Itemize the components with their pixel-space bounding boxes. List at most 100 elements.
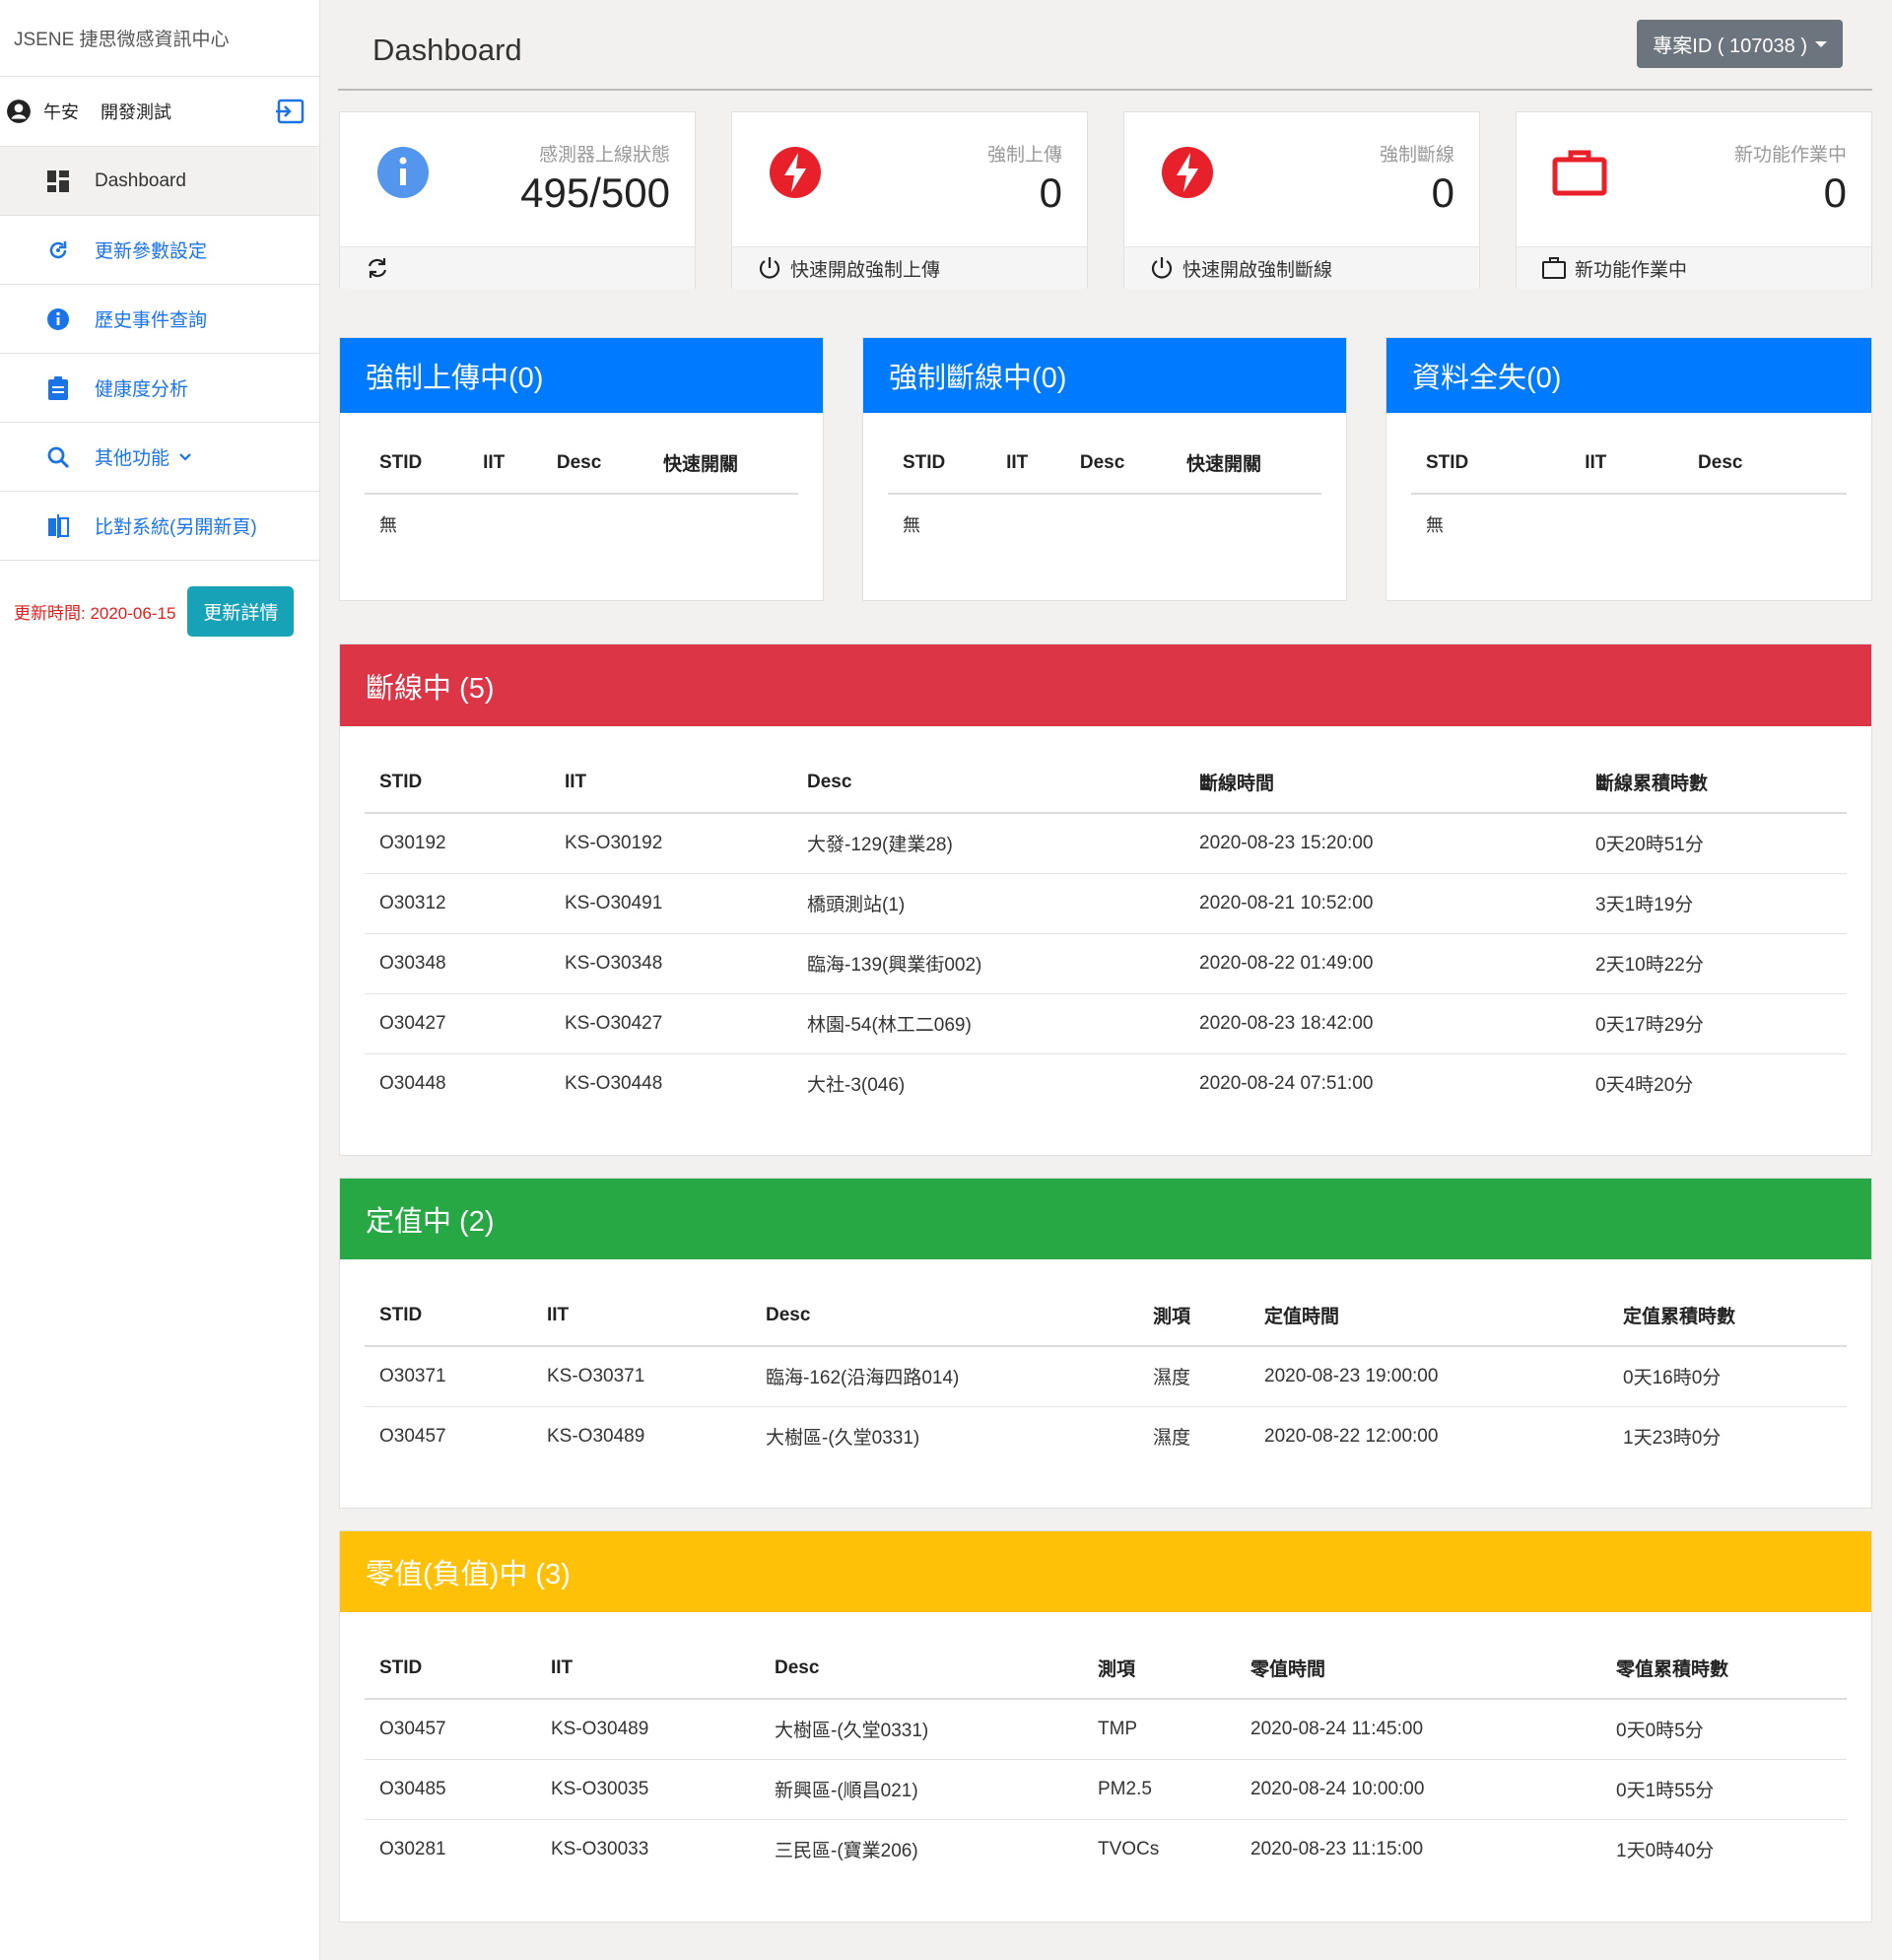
sidebar-item-label: 歷史事件查詢: [95, 310, 208, 331]
column-header: Desc: [792, 752, 1184, 814]
sidebar-item-label: 比對系統(另開新頁): [95, 517, 257, 538]
power-icon: [759, 257, 780, 279]
stat-card-force-disconnect: 強制斷線 0 快速開啟強制斷線: [1123, 111, 1480, 289]
search-icon: [45, 444, 71, 470]
brand-title: JSENE 捷思微感資訊中心: [0, 0, 319, 77]
empty-text: 無: [903, 515, 920, 535]
project-id-label: 專案ID ( 107038 ): [1653, 35, 1807, 57]
column-header: IIT: [550, 752, 792, 814]
greeting-text: 午安: [43, 102, 79, 122]
duration-cell: 1天0時40分: [1616, 1841, 1715, 1862]
desc-cell: 新興區-(順昌021): [760, 1759, 1083, 1820]
stid-cell: O30457: [365, 1699, 536, 1760]
panel-title: 定值中 (2): [340, 1179, 1871, 1259]
iit-cell: KS-O30035: [536, 1759, 760, 1820]
sidebar-item-compare[interactable]: 比對系統(另開新頁): [0, 492, 319, 561]
iit-cell: KS-O30348: [550, 933, 792, 994]
caret-down-icon: [1815, 40, 1827, 47]
table-row: O30448 KS-O30448 大社-3(046) 2020-08-24 07…: [365, 1053, 1847, 1114]
stat-value: 0: [1039, 169, 1062, 216]
time-cell: 2020-08-22 12:00:00: [1264, 1425, 1439, 1447]
time-cell: 2020-08-22 01:49:00: [1184, 933, 1581, 994]
column-header: 定值累積時數: [1608, 1285, 1847, 1347]
empty-text: 無: [1426, 515, 1444, 535]
iit-cell: KS-O30427: [550, 993, 792, 1054]
stat-footer-refresh[interactable]: [340, 247, 695, 289]
zero-table: STID IIT Desc 測項 零值時間 零值累積時數 O30457 KS-O…: [365, 1638, 1847, 1879]
data-lost-table: STID IIT Desc 無: [1411, 433, 1847, 554]
desc-cell: 大樹區-(久堂0331): [760, 1699, 1083, 1760]
time-cell: 2020-08-23 15:20:00: [1184, 813, 1581, 874]
column-header: STID: [365, 1638, 536, 1700]
panel-title: 資料全失(0): [1386, 338, 1871, 413]
iit-cell: KS-O30489: [536, 1699, 760, 1760]
column-header: IIT: [1570, 433, 1684, 495]
lightning-icon: [770, 147, 821, 198]
stid-cell: O30427: [365, 993, 550, 1054]
constant-table: STID IIT Desc 測項 定值時間 定值累積時數 O30371 KS-O…: [365, 1285, 1847, 1466]
update-details-button[interactable]: 更新詳情: [187, 586, 295, 637]
stid-cell: O30312: [365, 873, 550, 934]
iit-cell: KS-O30192: [550, 813, 792, 874]
column-header: 斷線累積時數: [1581, 752, 1847, 814]
column-header: 零值累積時數: [1601, 1638, 1847, 1700]
force-upload-table: STID IIT Desc 快速開關 無: [365, 433, 798, 554]
duration-cell: 0天20時51分: [1581, 813, 1847, 874]
stat-footer-label: 新功能作業中: [1575, 259, 1688, 281]
sidebar-item-history[interactable]: 歷史事件查詢: [0, 285, 319, 354]
column-header: 快速開關: [1171, 433, 1321, 495]
panel-force-disconnect: 強制斷線中(0) STID IIT Desc 快速開關 無: [862, 337, 1347, 601]
stat-label: 強制斷線: [1379, 145, 1454, 166]
new-feature-footer[interactable]: 新功能作業中: [1517, 247, 1871, 289]
topbar: Dashboard 專案ID ( 107038 ): [338, 0, 1872, 91]
column-header: IIT: [532, 1285, 751, 1347]
sidebar-item-label: 健康度分析: [95, 379, 189, 400]
time-cell: 2020-08-23 19:00:00: [1250, 1346, 1608, 1407]
sidebar-item-label: 其他功能: [95, 448, 170, 469]
sidebar-item-dashboard[interactable]: Dashboard: [0, 147, 319, 216]
stat-value: 0: [1823, 169, 1847, 216]
panel-force-upload: 強制上傳中(0) STID IIT Desc 快速開關 無: [339, 337, 824, 601]
panel-data-lost: 資料全失(0) STID IIT Desc 無: [1385, 337, 1872, 601]
project-id-dropdown[interactable]: 專案ID ( 107038 ): [1637, 20, 1843, 68]
power-icon: [1151, 257, 1173, 279]
dashboard-icon: [45, 169, 71, 194]
time-cell: 2020-08-23 11:15:00: [1250, 1838, 1424, 1859]
panel-title: 零值(負值)中 (3): [340, 1531, 1871, 1612]
item-cell: TMP: [1083, 1699, 1236, 1760]
sidebar-item-other[interactable]: 其他功能: [0, 423, 319, 492]
table-row: O30371 KS-O30371 臨海-162(沿海四路014) 濕度 2020…: [365, 1346, 1847, 1407]
user-icon: [7, 100, 31, 123]
panel-zero: 零值(負值)中 (3) STID IIT Desc 測項 零值時間 零值累積時數…: [339, 1530, 1872, 1923]
desc-cell: 大樹區-(久堂0331): [766, 1428, 920, 1450]
column-header: IIT: [991, 433, 1065, 495]
user-row: 午安 開發測試: [0, 77, 319, 147]
stat-value: 0: [1431, 169, 1454, 216]
stid-cell: O30448: [379, 1072, 446, 1094]
stat-label: 強制上傳: [986, 145, 1062, 166]
logout-icon[interactable]: [274, 98, 305, 125]
panel-offline: 斷線中 (5) STID IIT Desc 斷線時間 斷線累積時數 O30192…: [339, 643, 1872, 1156]
time-cell: 2020-08-24 07:51:00: [1199, 1072, 1374, 1094]
panel-title: 斷線中 (5): [340, 644, 1871, 726]
item-cell: TVOCs: [1098, 1838, 1160, 1859]
user-name: 開發測試: [101, 102, 171, 122]
sidebar-item-parameter-settings[interactable]: 更新參數設定: [0, 216, 319, 285]
stid-cell: O30371: [365, 1346, 532, 1407]
column-header: STID: [365, 1285, 532, 1347]
quick-force-disconnect-button[interactable]: 快速開啟強制斷線: [1124, 247, 1479, 289]
desc-cell: 橋頭測站(1): [792, 873, 1184, 934]
table-row: O30485 KS-O30035 新興區-(順昌021) PM2.5 2020-…: [365, 1759, 1847, 1820]
table-row: O30312 KS-O30491 橋頭測站(1) 2020-08-21 10:5…: [365, 873, 1847, 934]
item-cell: 濕度: [1153, 1428, 1191, 1450]
stat-row: 感測器上線狀態 495/500 強制上傳 0 快速開啟強制上傳 強制斷線 0 快…: [338, 91, 1872, 296]
desc-cell: 大社-3(046): [807, 1075, 906, 1097]
compare-icon: [45, 513, 71, 539]
info-circle-icon: [377, 147, 429, 198]
stid-cell: O30281: [379, 1838, 446, 1859]
quick-force-upload-button[interactable]: 快速開啟強制上傳: [732, 247, 1087, 289]
sidebar-item-health[interactable]: 健康度分析: [0, 354, 319, 423]
duration-cell: 3天1時19分: [1581, 873, 1847, 934]
lightning-icon: [1162, 147, 1213, 198]
stat-card-new-feature: 新功能作業中 0 新功能作業中: [1516, 111, 1872, 289]
